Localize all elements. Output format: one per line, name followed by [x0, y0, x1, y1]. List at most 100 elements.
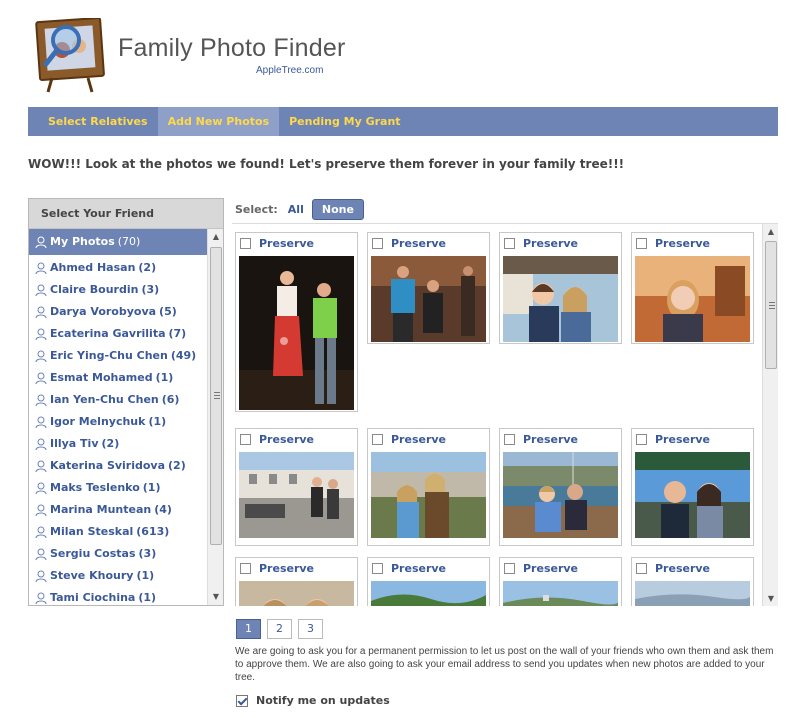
friend-item[interactable]: Tami Ciochina (1): [29, 587, 207, 605]
preserve-link[interactable]: Preserve: [523, 562, 578, 575]
friend-item[interactable]: Darya Vorobyova (5): [29, 301, 207, 323]
photo-checkbox[interactable]: [504, 562, 515, 574]
preserve-link[interactable]: Preserve: [523, 237, 578, 250]
nav-add-new-photos[interactable]: Add New Photos: [157, 107, 280, 136]
preserve-link[interactable]: Preserve: [391, 237, 446, 250]
preserve-link[interactable]: Preserve: [259, 433, 314, 446]
friend-item[interactable]: Ecaterina Gavrilita (7): [29, 323, 207, 345]
photo-checkbox[interactable]: [636, 237, 647, 249]
scroll-up-icon[interactable]: ▲: [208, 229, 223, 245]
main-nav: Select Relatives Add New Photos Pending …: [28, 107, 778, 136]
photo-thumbnail[interactable]: [239, 452, 354, 538]
page-headline: WOW!!! Look at the photos we found! Let'…: [28, 157, 625, 171]
photo-checkbox[interactable]: [372, 562, 383, 574]
person-icon: [35, 438, 47, 450]
page-2-button[interactable]: 2: [267, 619, 292, 639]
photo-thumbnail[interactable]: [635, 581, 750, 606]
friend-item[interactable]: Illya Tiv (2): [29, 433, 207, 455]
photo-grid: Preserve Preserve Preserve Preserve Pres…: [232, 223, 778, 606]
photo-thumbnail[interactable]: [371, 452, 486, 538]
nav-select-relatives[interactable]: Select Relatives: [28, 107, 158, 136]
person-icon: [35, 592, 47, 604]
preserve-link[interactable]: Preserve: [391, 562, 446, 575]
friend-item[interactable]: Ahmed Hasan (2): [29, 257, 207, 279]
friend-item[interactable]: Marina Muntean (4): [29, 499, 207, 521]
photo-thumbnail[interactable]: [503, 581, 618, 606]
friend-photo-count: (1): [136, 569, 155, 582]
preserve-link[interactable]: Preserve: [655, 237, 710, 250]
preserve-link[interactable]: Preserve: [523, 433, 578, 446]
photo-checkbox[interactable]: [240, 562, 251, 574]
photo-thumbnail[interactable]: [371, 256, 486, 342]
app-subtitle[interactable]: AppleTree.com: [256, 65, 323, 76]
friend-item[interactable]: Esmat Mohamed (1): [29, 367, 207, 389]
friend-photo-count: (5): [159, 305, 177, 318]
photo-checkbox[interactable]: [240, 237, 251, 249]
friend-photo-count: (1): [155, 371, 174, 384]
preserve-link[interactable]: Preserve: [391, 433, 446, 446]
photo-grid-scrollbar[interactable]: ▲ ▼: [762, 224, 778, 606]
notify-checkbox[interactable]: [236, 694, 248, 707]
photo-card-header: Preserve: [500, 233, 621, 253]
friend-photo-count: (2): [168, 459, 186, 472]
grid-scroll-up-icon[interactable]: ▲: [763, 224, 778, 240]
photo-checkbox[interactable]: [636, 562, 647, 574]
person-icon: [35, 482, 47, 494]
photo-card-header: Preserve: [236, 429, 357, 449]
friend-photo-count: (2): [138, 261, 157, 274]
photo-thumbnail[interactable]: [371, 581, 486, 606]
preserve-link[interactable]: Preserve: [655, 562, 710, 575]
grid-scroll-thumb[interactable]: [765, 241, 777, 369]
sidebar-scrollbar[interactable]: ▲ ▼: [207, 229, 223, 605]
photo-thumbnail[interactable]: [503, 256, 618, 342]
photo-thumbnail[interactable]: [239, 581, 354, 606]
photo-thumbnail[interactable]: [239, 256, 354, 410]
friend-name: My Photos: [50, 235, 115, 248]
friend-item[interactable]: Ian Yen-Chu Chen (6): [29, 389, 207, 411]
photo-thumbnail[interactable]: [635, 452, 750, 538]
app-logo: [34, 16, 106, 94]
friend-item[interactable]: Igor Melnychuk (1): [29, 411, 207, 433]
photo-thumbnail[interactable]: [635, 256, 750, 342]
friend-photo-count: (2): [101, 437, 120, 450]
select-none-button[interactable]: None: [311, 199, 364, 220]
friend-photo-count: (613): [136, 525, 170, 538]
photo-checkbox[interactable]: [240, 433, 251, 445]
photo-card: Preserve: [367, 232, 490, 344]
nav-pending-my-grant[interactable]: Pending My Grant: [279, 107, 410, 136]
friend-item[interactable]: Katerina Sviridova (2): [29, 455, 207, 477]
friend-item[interactable]: Sergiu Costas (3): [29, 543, 207, 565]
photo-card-header: Preserve: [236, 233, 357, 253]
friend-item[interactable]: Claire Bourdin (3): [29, 279, 207, 301]
friend-photo-count: (49): [170, 349, 197, 362]
photo-thumbnail[interactable]: [503, 452, 618, 538]
friend-name: Ian Yen-Chu Chen: [50, 393, 159, 406]
select-bar: Select: All None: [235, 199, 364, 220]
photo-checkbox[interactable]: [504, 433, 515, 445]
friend-item[interactable]: Milan Steskal (613): [29, 521, 207, 543]
grid-scroll-down-icon[interactable]: ▼: [763, 591, 778, 606]
scroll-down-icon[interactable]: ▼: [208, 589, 223, 605]
scroll-thumb[interactable]: [210, 247, 222, 545]
photo-card: Preserve: [235, 428, 358, 546]
friend-name: Steve Khoury: [50, 569, 134, 582]
notify-option[interactable]: Notify me on updates: [236, 694, 390, 707]
photo-checkbox[interactable]: [372, 433, 383, 445]
friend-item[interactable]: Eric Ying-Chu Chen (49): [29, 345, 207, 367]
photo-checkbox[interactable]: [504, 237, 515, 249]
preserve-link[interactable]: Preserve: [259, 237, 314, 250]
select-all-button[interactable]: All: [288, 203, 304, 216]
page-3-button[interactable]: 3: [298, 619, 323, 639]
person-icon: [35, 570, 47, 582]
friend-item[interactable]: Maks Teslenko (1): [29, 477, 207, 499]
friend-item-my-photos[interactable]: My Photos (70): [29, 229, 207, 255]
friend-item[interactable]: Steve Khoury (1): [29, 565, 207, 587]
select-label: Select:: [235, 203, 278, 216]
preserve-link[interactable]: Preserve: [655, 433, 710, 446]
photo-card-header: Preserve: [368, 429, 489, 449]
page-1-button[interactable]: 1: [236, 619, 261, 639]
person-icon: [35, 236, 47, 248]
photo-checkbox[interactable]: [636, 433, 647, 445]
photo-checkbox[interactable]: [372, 237, 383, 249]
preserve-link[interactable]: Preserve: [259, 562, 314, 575]
